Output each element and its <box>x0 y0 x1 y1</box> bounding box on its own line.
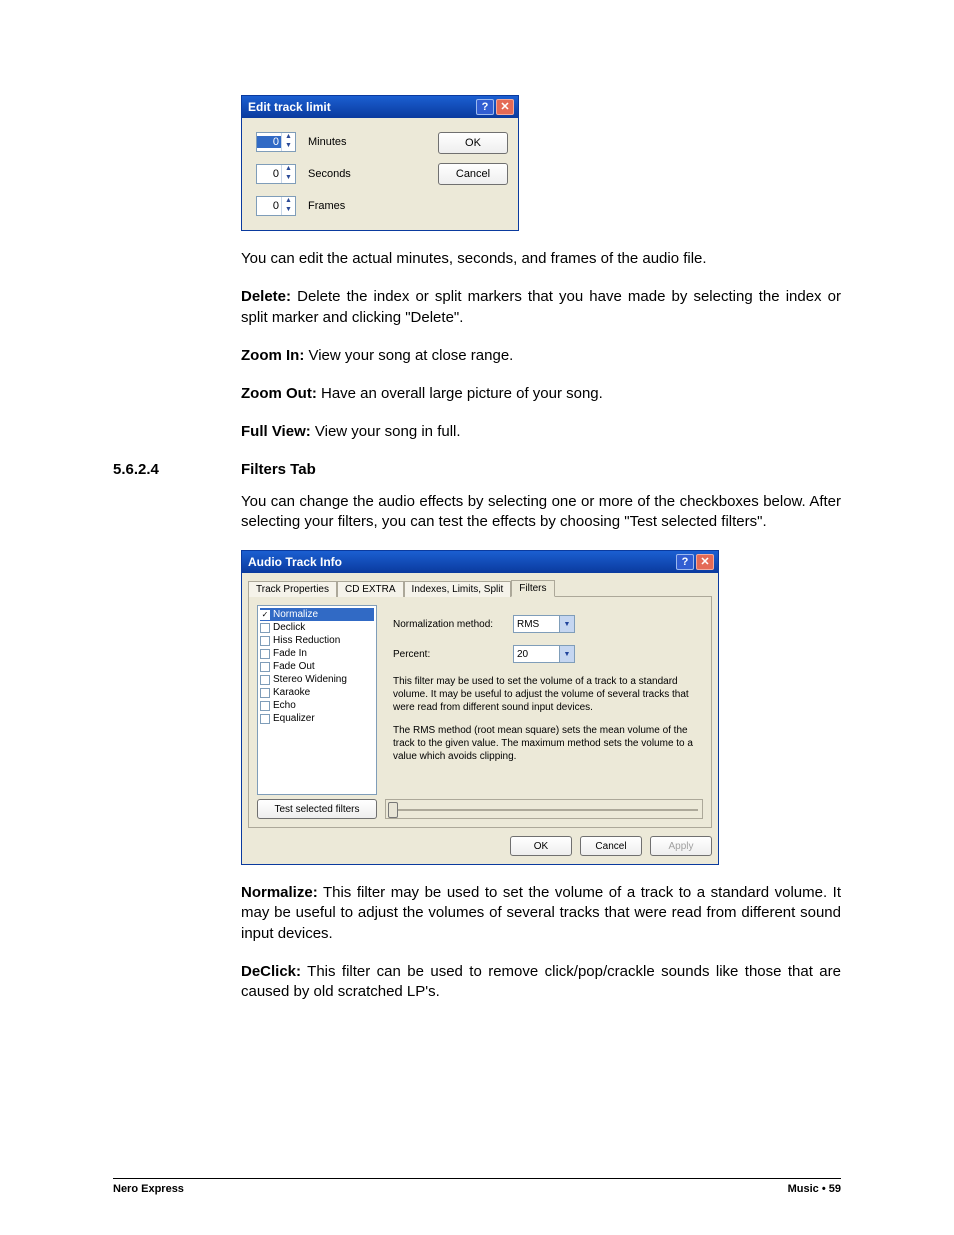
down-arrow-icon[interactable]: ▼ <box>282 142 295 151</box>
section-number: 5.6.2.4 <box>113 461 241 478</box>
audio-track-info-dialog: Audio Track Info ? ✕ Track Properties CD… <box>241 550 719 865</box>
tab-cd-extra[interactable]: CD EXTRA <box>337 581 404 597</box>
titlebar: Edit track limit ? ✕ <box>242 96 518 118</box>
filter-item-label: Normalize <box>273 608 318 621</box>
ok-button[interactable]: OK <box>438 132 508 154</box>
checkbox-icon[interactable] <box>260 623 270 633</box>
tab-filters[interactable]: Filters <box>511 580 554 597</box>
frames-stepper[interactable]: ▲▼ <box>256 196 296 216</box>
help-icon[interactable]: ? <box>676 554 694 570</box>
tab-track-properties[interactable]: Track Properties <box>248 581 337 597</box>
test-filters-button[interactable]: Test selected filters <box>257 799 377 819</box>
chevron-down-icon[interactable]: ▼ <box>559 646 574 662</box>
filter-item-label: Equalizer <box>273 712 315 725</box>
minutes-label: Minutes <box>308 136 347 148</box>
filter-item[interactable]: Karaoke <box>260 686 374 699</box>
up-arrow-icon[interactable]: ▲ <box>282 133 295 142</box>
cancel-button[interactable]: Cancel <box>438 163 508 185</box>
dialog-title: Edit track limit <box>248 100 331 114</box>
apply-button[interactable]: Apply <box>650 836 712 856</box>
filter-item-label: Echo <box>273 699 296 712</box>
frames-input[interactable] <box>257 200 281 212</box>
chevron-down-icon[interactable]: ▼ <box>559 616 574 632</box>
checkbox-icon[interactable] <box>260 714 270 724</box>
checkbox-icon[interactable] <box>260 675 270 685</box>
tab-indexes[interactable]: Indexes, Limits, Split <box>404 581 512 597</box>
titlebar: Audio Track Info ? ✕ <box>242 551 718 573</box>
close-icon[interactable]: ✕ <box>496 99 514 115</box>
filter-item-label: Declick <box>273 621 305 634</box>
filter-item-label: Fade Out <box>273 660 315 673</box>
checkbox-icon[interactable] <box>260 688 270 698</box>
footer-right: Music • 59 <box>788 1183 841 1195</box>
slider-thumb[interactable] <box>388 802 398 818</box>
filter-item-label: Fade In <box>273 647 307 660</box>
filter-item[interactable]: Declick <box>260 621 374 634</box>
close-icon[interactable]: ✕ <box>696 554 714 570</box>
checkbox-icon[interactable] <box>260 701 270 711</box>
filter-list[interactable]: ✓NormalizeDeclickHiss ReductionFade InFa… <box>257 605 377 795</box>
filter-item[interactable]: Stereo Widening <box>260 673 374 686</box>
filter-description: The RMS method (root mean square) sets t… <box>393 724 699 763</box>
seconds-label: Seconds <box>308 168 351 180</box>
cancel-button[interactable]: Cancel <box>580 836 642 856</box>
filter-item-label: Stereo Widening <box>273 673 347 686</box>
section-title: Filters Tab <box>241 461 316 478</box>
body-text: Normalize: This filter may be used to se… <box>241 883 841 944</box>
edit-track-limit-dialog: Edit track limit ? ✕ ▲▼ Minutes <box>241 95 519 231</box>
help-icon[interactable]: ? <box>476 99 494 115</box>
checkbox-icon[interactable] <box>260 649 270 659</box>
body-text: DeClick: This filter can be used to remo… <box>241 962 841 1003</box>
body-text: Zoom In: View your song at close range. <box>241 346 841 366</box>
down-arrow-icon[interactable]: ▼ <box>282 206 295 215</box>
body-text: Full View: View your song in full. <box>241 422 841 442</box>
norm-method-label: Normalization method: <box>393 619 513 630</box>
preview-slider[interactable] <box>385 799 703 819</box>
tab-pane: ✓NormalizeDeclickHiss ReductionFade InFa… <box>248 596 712 828</box>
footer-left: Nero Express <box>113 1183 184 1195</box>
checkbox-icon[interactable]: ✓ <box>260 610 270 620</box>
tab-bar: Track Properties CD EXTRA Indexes, Limit… <box>248 579 712 596</box>
down-arrow-icon[interactable]: ▼ <box>282 174 295 183</box>
checkbox-icon[interactable] <box>260 662 270 672</box>
seconds-stepper[interactable]: ▲▼ <box>256 164 296 184</box>
body-text: Delete: Delete the index or split marker… <box>241 287 841 328</box>
norm-method-combo[interactable]: RMS▼ <box>513 615 575 633</box>
section-heading: 5.6.2.4 Filters Tab <box>113 461 841 478</box>
body-text: Zoom Out: Have an overall large picture … <box>241 384 841 404</box>
seconds-input[interactable] <box>257 168 281 180</box>
filter-item[interactable]: Hiss Reduction <box>260 634 374 647</box>
filter-item-label: Karaoke <box>273 686 310 699</box>
percent-label: Percent: <box>393 649 513 660</box>
filter-item[interactable]: Equalizer <box>260 712 374 725</box>
filter-description: This filter may be used to set the volum… <box>393 675 699 714</box>
body-text: You can edit the actual minutes, seconds… <box>241 249 841 269</box>
dialog-title: Audio Track Info <box>248 555 342 569</box>
percent-combo[interactable]: 20▼ <box>513 645 575 663</box>
up-arrow-icon[interactable]: ▲ <box>282 197 295 206</box>
filter-item[interactable]: Echo <box>260 699 374 712</box>
minutes-stepper[interactable]: ▲▼ <box>256 132 296 152</box>
up-arrow-icon[interactable]: ▲ <box>282 165 295 174</box>
filter-item[interactable]: Fade In <box>260 647 374 660</box>
filter-item[interactable]: Fade Out <box>260 660 374 673</box>
filter-item-label: Hiss Reduction <box>273 634 340 647</box>
frames-label: Frames <box>308 200 345 212</box>
ok-button[interactable]: OK <box>510 836 572 856</box>
checkbox-icon[interactable] <box>260 636 270 646</box>
filter-item[interactable]: ✓Normalize <box>260 608 374 621</box>
minutes-input[interactable] <box>257 136 281 148</box>
page-footer: Nero Express Music • 59 <box>113 1178 841 1195</box>
body-text: You can change the audio effects by sele… <box>241 492 841 533</box>
